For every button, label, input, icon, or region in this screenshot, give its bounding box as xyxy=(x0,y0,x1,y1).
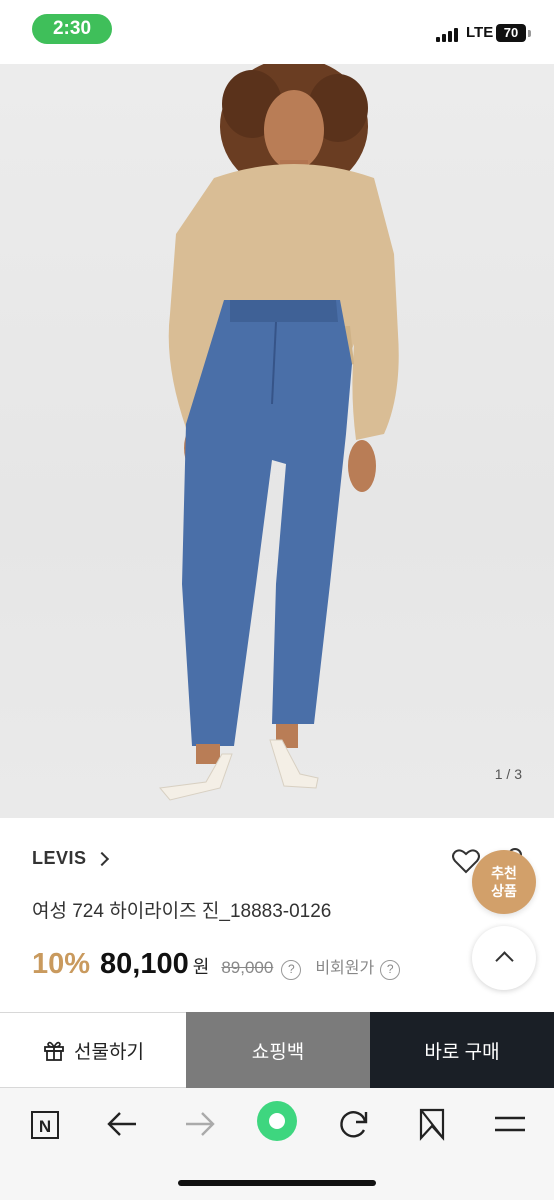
gift-icon xyxy=(44,1041,64,1061)
battery-icon: 70 xyxy=(496,24,526,42)
brand-name: LEVIS xyxy=(32,848,87,868)
recommend-label-line2: 상품 xyxy=(491,883,517,899)
image-page-indicator: 1 / 3 xyxy=(494,766,522,782)
currency-label: 원 xyxy=(192,957,210,977)
scroll-to-top-button[interactable] xyxy=(472,926,536,990)
non-member-help-icon[interactable]: ? xyxy=(380,960,401,980)
network-label: LTE xyxy=(466,24,494,41)
battery-tip xyxy=(528,30,531,37)
status-bar: 2:30 LTE 70 xyxy=(0,0,554,64)
gift-button-label: 선물하기 xyxy=(74,1041,144,1063)
purchase-action-bar: 선물하기 쇼핑백 바로 구매 xyxy=(0,1012,554,1088)
sale-price: 80,100 xyxy=(100,948,189,980)
price-help-icon[interactable]: ? xyxy=(281,960,302,980)
signal-icon xyxy=(436,26,462,42)
gift-button[interactable]: 선물하기 xyxy=(0,1012,186,1088)
shopping-bag-button[interactable]: 쇼핑백 xyxy=(186,1012,370,1088)
refresh-icon[interactable] xyxy=(334,1104,374,1144)
forward-arrow-icon[interactable] xyxy=(180,1104,220,1144)
model-illustration xyxy=(159,64,399,801)
brand-link[interactable]: LEVIS xyxy=(32,848,109,869)
shopping-bag-button-label: 쇼핑백 xyxy=(251,1041,305,1063)
non-member-price-label: 비회원가 xyxy=(315,960,375,977)
original-price: 89,000 xyxy=(221,958,274,977)
chevron-right-icon xyxy=(94,851,109,866)
price-row: 10% 80,100 원 89,000 ? 비회원가 ? xyxy=(32,948,414,981)
recommend-label-line1: 추천 xyxy=(491,865,517,881)
product-name: 여성 724 하이라이즈 진_18883-0126 xyxy=(32,901,332,922)
status-time: 2:30 xyxy=(32,14,112,44)
recommended-products-button[interactable]: 추천 상품 xyxy=(472,850,536,914)
naver-home-icon[interactable]: N xyxy=(24,1104,64,1144)
chevron-up-icon xyxy=(495,951,514,970)
naver-home-letter: N xyxy=(39,1117,51,1136)
back-arrow-icon[interactable] xyxy=(102,1104,142,1144)
bookmark-icon[interactable] xyxy=(412,1104,452,1144)
menu-icon[interactable] xyxy=(490,1104,530,1144)
buy-now-button-label: 바로 구매 xyxy=(424,1041,500,1063)
home-indicator[interactable] xyxy=(178,1180,376,1186)
buy-now-button[interactable]: 바로 구매 xyxy=(370,1012,554,1088)
product-image[interactable]: 1 / 3 xyxy=(0,64,554,818)
discount-rate: 10% xyxy=(32,948,91,980)
green-dot-icon[interactable] xyxy=(256,1100,298,1142)
